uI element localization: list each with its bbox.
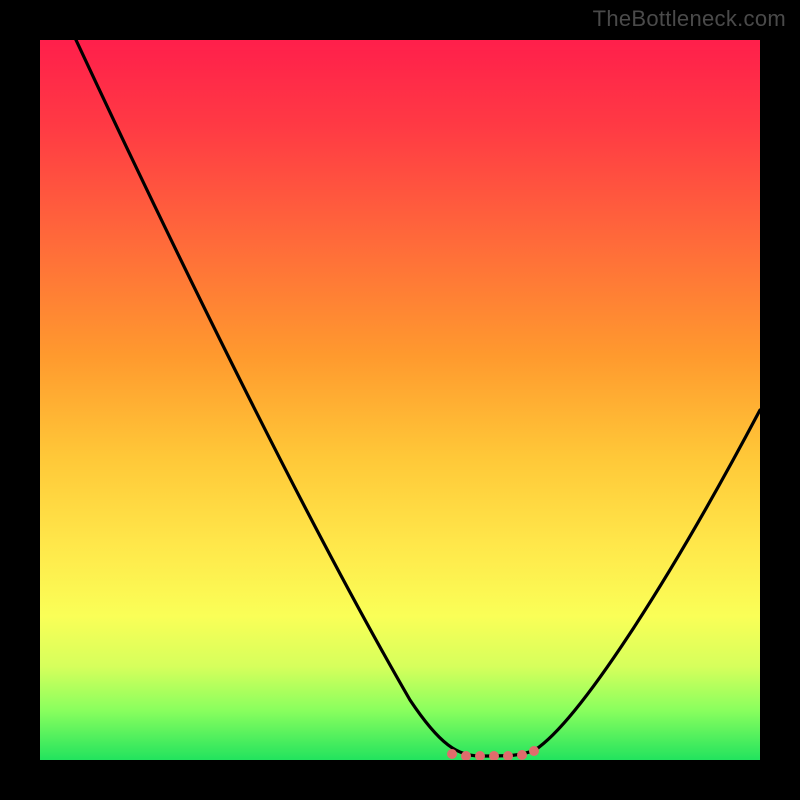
sweet-spot-marker [447,749,457,759]
curve-path [76,40,760,756]
watermark-text: TheBottleneck.com [593,6,786,32]
sweet-spot-marker [517,750,527,760]
plot-area [40,40,760,760]
chart-frame: TheBottleneck.com [0,0,800,800]
sweet-spot-marker [529,746,539,756]
sweet-spot-marker [461,751,471,760]
sweet-spot-marker [475,751,485,760]
bottleneck-curve [40,40,760,760]
sweet-spot-marker [489,751,499,760]
sweet-spot-marker [503,751,513,760]
